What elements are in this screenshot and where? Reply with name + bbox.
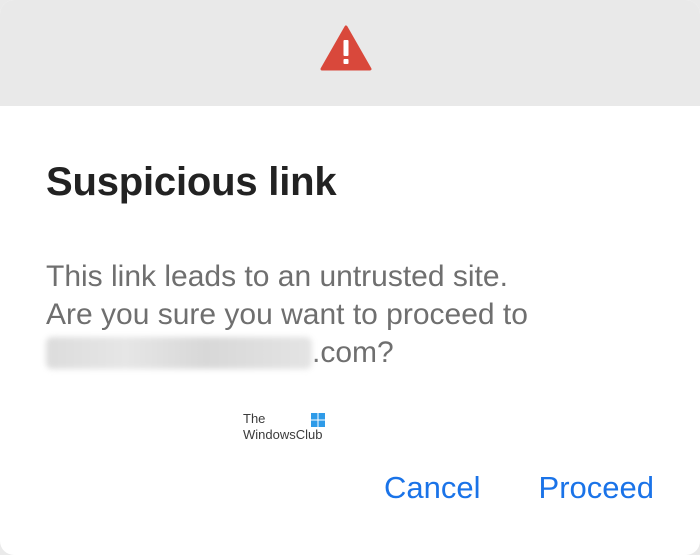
warning-triangle-icon (320, 25, 372, 71)
url-suffix: .com? (312, 336, 394, 369)
watermark: The WindowsClub (243, 411, 343, 447)
dialog-header (0, 0, 700, 106)
dialog-message: This link leads to an untrusted site. Ar… (46, 258, 666, 372)
message-line-1: This link leads to an untrusted site. (46, 260, 508, 293)
cancel-button[interactable]: Cancel (384, 470, 481, 506)
dialog-actions: Cancel Proceed (384, 470, 654, 506)
dialog-title: Suspicious link (46, 160, 337, 204)
suspicious-link-dialog: Suspicious link This link leads to an un… (0, 0, 700, 555)
proceed-button[interactable]: Proceed (539, 470, 654, 506)
watermark-line-1: The (243, 411, 266, 426)
watermark-line-2: WindowsClub (243, 427, 323, 442)
target-url: .com? (46, 334, 666, 372)
blurred-domain (46, 337, 312, 369)
message-line-2: Are you sure you want to proceed to (46, 298, 528, 331)
windows-logo-icon (311, 413, 325, 427)
